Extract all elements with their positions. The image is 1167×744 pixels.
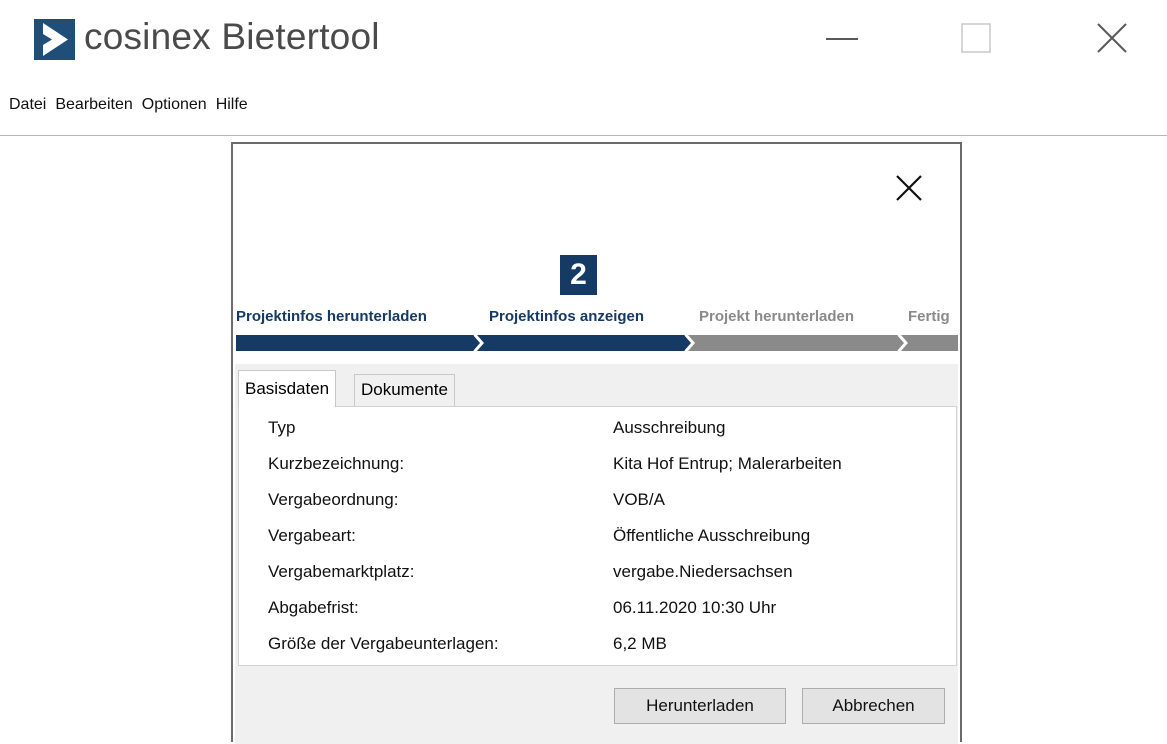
detail-label: Typ bbox=[268, 418, 296, 437]
wizard-step-labels: Projektinfos herunterladen Projektinfos … bbox=[233, 308, 960, 330]
step-label-projekt-herunterladen: Projekt herunterladen bbox=[699, 308, 855, 325]
detail-label: Abgabefrist: bbox=[268, 598, 359, 617]
tab-basisdaten[interactable]: Basisdaten bbox=[238, 370, 337, 407]
step-label-fertig: Fertig bbox=[908, 308, 950, 325]
menu-bearbeiten[interactable]: Bearbeiten bbox=[51, 94, 137, 120]
detail-row-vergabemarktplatz: Vergabemarktplatz: vergabe.Niedersachsen bbox=[268, 562, 948, 586]
app-logo-icon bbox=[34, 19, 75, 60]
detail-value: Ausschreibung bbox=[613, 418, 726, 437]
progress-segment-3 bbox=[688, 335, 905, 351]
project-info-dialog: 2 Projektinfos herunterladen Projektinfo… bbox=[231, 142, 962, 744]
detail-value: 06.11.2020 10:30 Uhr bbox=[613, 598, 777, 617]
cancel-button[interactable]: Abbrechen bbox=[802, 688, 945, 724]
detail-row-abgabefrist: Abgabefrist: 06.11.2020 10:30 Uhr bbox=[268, 598, 948, 622]
menu-bar: Datei Bearbeiten Optionen Hilfe bbox=[0, 94, 1167, 120]
wizard-progress-bar bbox=[236, 335, 958, 351]
detail-label: Vergabeordnung: bbox=[268, 490, 399, 509]
detail-label: Vergabeart: bbox=[268, 526, 356, 545]
menu-optionen[interactable]: Optionen bbox=[138, 94, 212, 120]
menu-datei[interactable]: Datei bbox=[0, 94, 51, 120]
detail-value: 6,2 MB bbox=[613, 634, 667, 653]
progress-segment-2 bbox=[477, 335, 692, 351]
maximize-icon bbox=[961, 23, 991, 53]
detail-value: Öffentliche Ausschreibung bbox=[613, 526, 811, 545]
detail-value: VOB/A bbox=[613, 490, 665, 509]
download-button[interactable]: Herunterladen bbox=[614, 688, 786, 724]
detail-value: Kita Hof Entrup; Malerarbeiten bbox=[613, 454, 842, 473]
close-icon bbox=[896, 175, 922, 201]
close-icon bbox=[1097, 23, 1127, 53]
detail-label: Vergabemarktplatz: bbox=[268, 562, 415, 581]
maximize-button[interactable] bbox=[946, 10, 1006, 66]
progress-segment-1 bbox=[236, 335, 481, 351]
menu-hilfe[interactable]: Hilfe bbox=[212, 94, 253, 120]
detail-row-vergabeart: Vergabeart: Öffentliche Ausschreibung bbox=[268, 526, 948, 550]
detail-label: Kurzbezeichnung: bbox=[268, 454, 405, 473]
progress-segment-4 bbox=[901, 335, 958, 351]
detail-row-typ: Typ Ausschreibung bbox=[268, 418, 948, 442]
title-bar: cosinex Bietertool bbox=[0, 0, 1167, 78]
app-title: cosinex Bietertool bbox=[84, 16, 380, 57]
basisdaten-content: Typ Ausschreibung Kurzbezeichnung: Kita … bbox=[238, 406, 957, 666]
dialog-close-button[interactable] bbox=[889, 168, 929, 208]
step-label-projektinfos-herunterladen: Projektinfos herunterladen bbox=[236, 308, 427, 325]
window-close-button[interactable] bbox=[1082, 10, 1142, 66]
dialog-panel: Basisdaten Dokumente Typ Ausschreibung K… bbox=[235, 364, 958, 744]
minimize-button[interactable] bbox=[812, 10, 872, 66]
tab-dokumente[interactable]: Dokumente bbox=[354, 374, 455, 406]
minimize-icon bbox=[826, 38, 858, 40]
detail-row-vergabeordnung: Vergabeordnung: VOB/A bbox=[268, 490, 948, 514]
current-step-number: 2 bbox=[560, 255, 597, 295]
step-label-projektinfos-anzeigen: Projektinfos anzeigen bbox=[489, 308, 645, 325]
detail-value: vergabe.Niedersachsen bbox=[613, 562, 793, 581]
detail-row-kurzbezeichnung: Kurzbezeichnung: Kita Hof Entrup; Malera… bbox=[268, 454, 948, 478]
detail-label: Größe der Vergabeunterlagen: bbox=[268, 634, 499, 653]
detail-row-groesse: Größe der Vergabeunterlagen: 6,2 MB bbox=[268, 634, 948, 658]
